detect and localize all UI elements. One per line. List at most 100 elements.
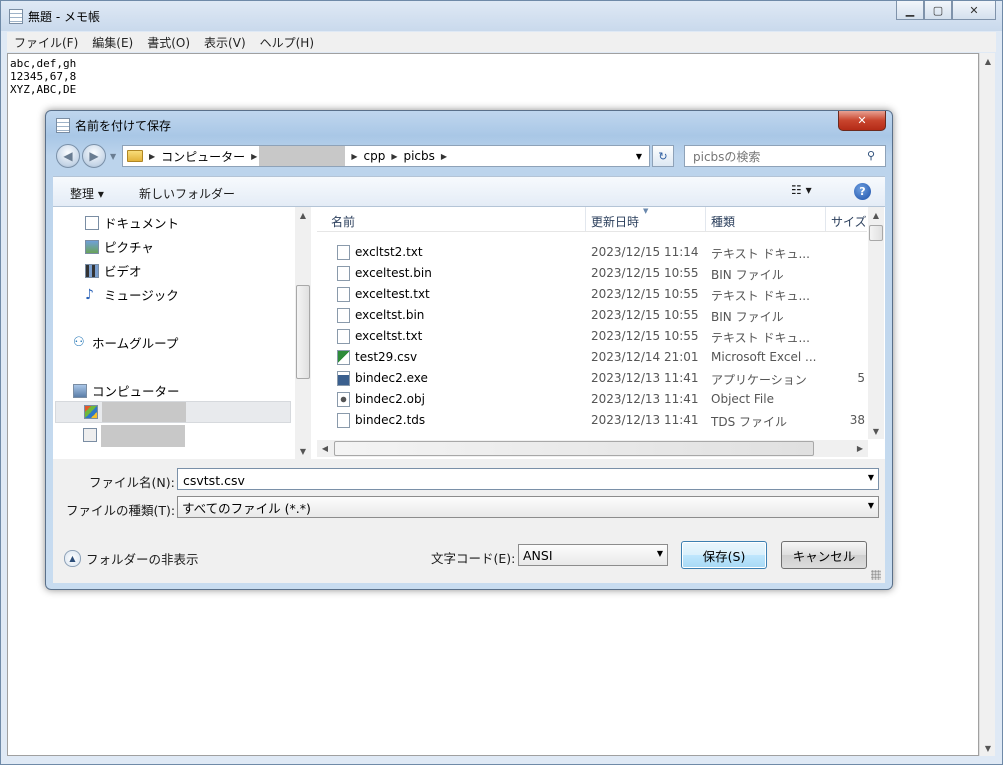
save-button[interactable]: 保存(S) [681, 541, 767, 569]
file-date: 2023/12/15 10:55 [591, 329, 699, 343]
menu-help[interactable]: ヘルプ(H) [253, 34, 321, 51]
filename-input[interactable] [181, 470, 825, 490]
breadcrumb-cpp[interactable]: cpp [363, 149, 385, 163]
tree-item-computer[interactable]: コンピューター [73, 381, 180, 400]
address-bar[interactable]: ▶ コンピューター ▶ ▶ cpp ▶ picbs ▶ ▼ [122, 145, 650, 167]
address-dropdown-icon[interactable]: ▼ [631, 146, 647, 166]
file-row[interactable]: bindec2.obj 2023/12/13 11:41 Object File [317, 389, 867, 410]
menu-file[interactable]: ファイル(F) [7, 34, 85, 51]
hide-folders-toggle[interactable]: ▲ フォルダーの非表示 [64, 549, 199, 568]
breadcrumb-picbs[interactable]: picbs [403, 149, 434, 163]
scroll-down-arrow-icon[interactable]: ▼ [980, 740, 996, 756]
tree-item-music[interactable]: ♪ ミュージック [85, 285, 179, 304]
column-type[interactable]: 種類 [711, 213, 735, 230]
file-row[interactable]: exceltest.txt 2023/12/15 10:55 テキスト ドキュ... [317, 284, 867, 305]
column-name[interactable]: 名前 [331, 213, 355, 230]
tree-item-videos[interactable]: ビデオ [85, 261, 142, 280]
search-icon[interactable]: ⚲ [867, 149, 881, 163]
scroll-down-arrow-icon[interactable]: ▼ [295, 443, 311, 459]
view-options-button[interactable]: ☷ ▾ [791, 183, 812, 197]
menu-edit[interactable]: 編集(E) [85, 34, 140, 51]
file-name: exceltst.txt [355, 329, 423, 343]
tree-vertical-scrollbar[interactable]: ▲ ▼ [295, 207, 311, 459]
menu-format[interactable]: 書式(O) [140, 34, 197, 51]
tree-item-label: ピクチャ [104, 240, 154, 255]
filename-field[interactable]: ▼ [177, 468, 879, 490]
filetype-label: ファイルの種類(T): [66, 503, 176, 518]
windows-drive-icon [84, 405, 98, 419]
folder-icon [127, 150, 143, 162]
homegroup-icon: ⚇ [73, 335, 85, 350]
close-button[interactable]: ✕ [952, 1, 996, 20]
column-divider[interactable] [585, 207, 586, 231]
file-row[interactable]: test29.csv 2023/12/14 21:01 Microsoft Exce… [317, 347, 867, 368]
dialog-close-button[interactable]: ✕ [838, 111, 886, 131]
editor-vertical-scrollbar[interactable]: ▲ ▼ [979, 53, 995, 756]
tree-scroll-thumb[interactable] [296, 285, 310, 379]
back-button[interactable]: ◀ [56, 144, 80, 168]
breadcrumb-computer[interactable]: コンピューター [161, 148, 245, 165]
minimize-button[interactable]: ▁ [896, 1, 924, 20]
menu-view[interactable]: 表示(V) [197, 34, 253, 51]
column-divider[interactable] [825, 207, 826, 231]
chevron-right-icon[interactable]: ▶ [143, 152, 161, 161]
search-input[interactable] [691, 147, 865, 167]
recent-pages-chevron-icon[interactable]: ▼ [110, 152, 116, 161]
file-row[interactable]: exceltst.bin 2023/12/15 10:55 BIN ファイル [317, 305, 867, 326]
filetype-select[interactable]: すべてのファイル (*.*) ▼ [177, 496, 879, 518]
chevron-right-icon[interactable]: ▶ [345, 152, 363, 161]
tree-item-label: コンピューター [92, 384, 180, 399]
new-folder-button[interactable]: 新しいフォルダー [139, 185, 235, 202]
encoding-select[interactable]: ANSI ▼ [518, 544, 668, 566]
tree-item-drive-selected[interactable] [55, 401, 291, 423]
scroll-up-arrow-icon[interactable]: ▲ [980, 53, 996, 69]
cancel-button[interactable]: キャンセル [781, 541, 867, 569]
column-date[interactable]: 更新日時 [591, 213, 639, 230]
scroll-down-arrow-icon[interactable]: ▼ [868, 423, 884, 439]
file-row[interactable]: exceltest.bin 2023/12/15 10:55 BIN ファイル [317, 263, 867, 284]
breadcrumb-redacted[interactable] [259, 146, 346, 166]
file-list-vertical-scrollbar[interactable]: ▲ ▼ [868, 207, 884, 439]
refresh-button[interactable]: ↻ [652, 145, 674, 167]
document-icon [85, 215, 99, 230]
editor-text: abc,def,gh 12345,67,8 XYZ,ABC,DE [10, 57, 76, 96]
scroll-left-arrow-icon[interactable]: ◀ [317, 440, 333, 456]
file-list-horizontal-scrollbar[interactable]: ◀ ▶ [317, 440, 868, 457]
help-button[interactable]: ? [854, 183, 871, 200]
file-list-scroll-thumb[interactable] [869, 225, 883, 241]
tree-item-documents[interactable]: ドキュメント [85, 213, 179, 232]
filename-label: ファイル名(N): [89, 475, 175, 490]
resize-grip-icon[interactable] [871, 570, 881, 580]
scroll-up-arrow-icon[interactable]: ▲ [295, 207, 311, 223]
file-size: 5 [857, 371, 865, 385]
forward-button[interactable]: ▶ [82, 144, 106, 168]
file-row[interactable]: bindec2.exe 2023/12/13 11:41 アプリケーション 5 [317, 368, 867, 389]
scroll-up-arrow-icon[interactable]: ▲ [868, 207, 884, 223]
text-file-icon [337, 287, 350, 302]
column-size[interactable]: サイズ [831, 213, 867, 230]
chevron-right-icon[interactable]: ▶ [435, 152, 453, 161]
file-list: 名前 更新日時 ▼ 種類 サイズ excltst2.txt 2023/12/15 … [317, 207, 867, 439]
tree-item-homegroup[interactable]: ⚇ ホームグループ [73, 333, 178, 352]
search-box[interactable]: ⚲ [684, 145, 886, 167]
file-row[interactable]: bindec2.tds 2023/12/13 11:41 TDS ファイル 38 [317, 410, 867, 431]
filetype-dropdown-icon[interactable]: ▼ [868, 501, 874, 510]
scroll-right-arrow-icon[interactable]: ▶ [852, 440, 868, 456]
excel-file-icon [337, 350, 350, 365]
filename-dropdown-icon[interactable]: ▼ [868, 473, 874, 482]
chevron-right-icon[interactable]: ▶ [385, 152, 403, 161]
encoding-dropdown-icon[interactable]: ▼ [657, 549, 663, 558]
organize-button[interactable]: 整理 ▾ [70, 185, 104, 202]
maximize-button[interactable]: ▢ [924, 1, 952, 20]
file-row[interactable]: exceltst.txt 2023/12/15 10:55 テキスト ドキュ... [317, 326, 867, 347]
text-file-icon [337, 329, 350, 344]
menu-bar: ファイル(F) 編集(E) 書式(O) 表示(V) ヘルプ(H) [7, 32, 996, 52]
file-row[interactable]: excltst2.txt 2023/12/15 11:14 テキスト ドキュ... [317, 242, 867, 263]
file-name: bindec2.obj [355, 392, 425, 406]
tree-item-drive[interactable] [55, 425, 291, 447]
redacted-drive-label [101, 425, 185, 447]
file-type: アプリケーション [711, 373, 807, 387]
file-list-hscroll-thumb[interactable] [334, 441, 814, 456]
tree-item-pictures[interactable]: ピクチャ [85, 237, 154, 256]
column-divider[interactable] [705, 207, 706, 231]
